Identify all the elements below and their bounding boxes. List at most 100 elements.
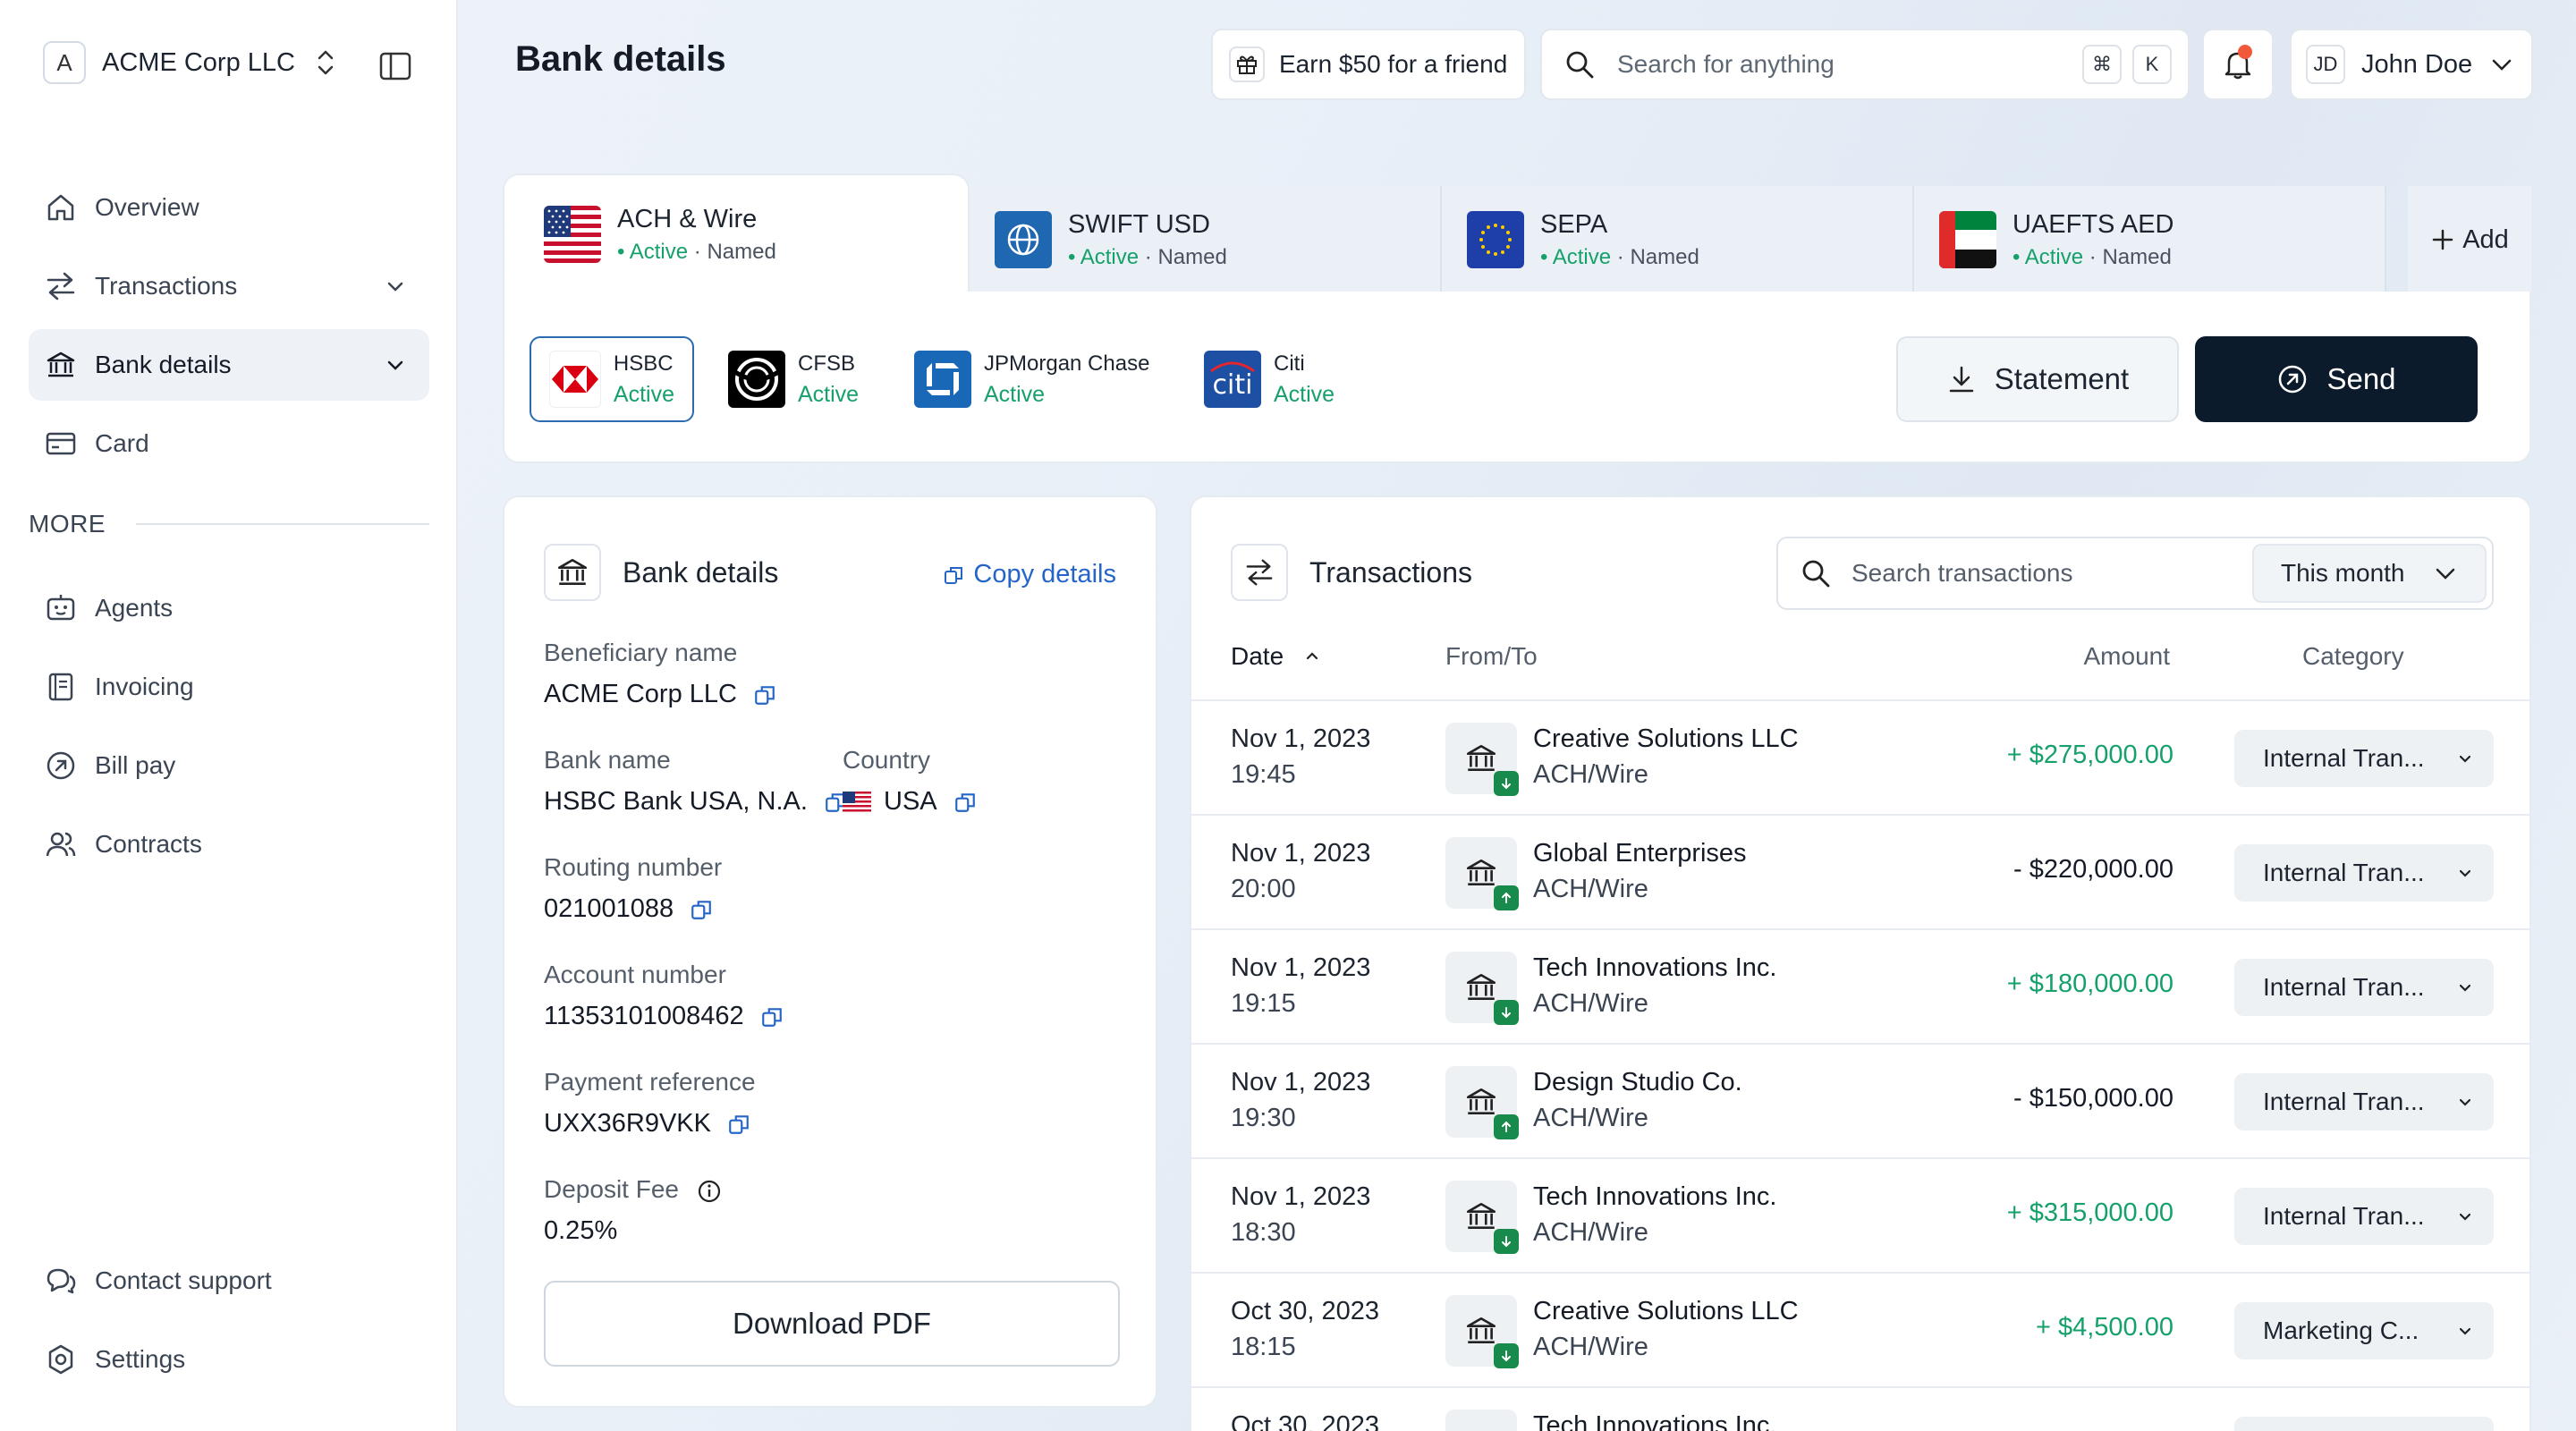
chevron-down-icon [2459,869,2471,877]
tx-category: Internal Tran... [2263,973,2425,1001]
table-row[interactable]: Nov 1, 2023 19:45 Creative Solutions LLC AC… [1191,699,2529,814]
chevron-down-icon [2459,1098,2471,1106]
chevron-down-icon [2459,755,2471,763]
copy-icon[interactable] [953,791,977,814]
tab-ach-wire[interactable]: ACH & Wire • Active · Named [503,174,970,293]
copy-icon[interactable] [727,1113,750,1136]
period-dropdown[interactable]: This month [2252,544,2487,603]
chevron-down-icon [2459,1213,2471,1221]
copy-details-link[interactable]: Copy details [943,560,1116,589]
tab-swift-usd[interactable]: SWIFT USD • Active · Named [970,186,1442,293]
tx-amount: + $4,500.00 [2035,1313,2174,1342]
chase-logo-icon [914,351,971,408]
cfsb-logo-icon [728,351,785,408]
notification-dot [2238,45,2252,59]
sidebar-item-contact-support[interactable]: Contact support [29,1245,429,1317]
table-row[interactable]: Nov 1, 2023 19:15 Tech Innovations Inc. ACH… [1191,928,2529,1043]
chevron-down-icon [2459,1327,2471,1335]
org-switcher[interactable]: A ACME Corp LLC [43,41,336,84]
app-root: A ACME Corp LLC Overview Transactions Ba… [0,0,2576,1431]
routing-field: Routing number 021001088 [544,853,722,924]
sidebar-item-bank-details[interactable]: Bank details [29,329,429,401]
table-row[interactable]: Nov 1, 2023 20:00 Global Enterprises ACH/Wi… [1191,814,2529,928]
cell-party: Tech Innovations Inc. ACH/Wire [1533,950,1776,1021]
tab-sepa[interactable]: SEPA • Active · Named [1442,186,1914,293]
statement-button[interactable]: Statement [1896,336,2179,422]
more-label: MORE [29,510,106,538]
tx-amount: + $275,000.00 [2006,741,2174,769]
category-dropdown[interactable]: Internal Tran... [2234,1073,2494,1130]
account-type: Named [2102,244,2172,269]
field-label: Beneficiary name [544,639,738,666]
bank-chip-cfsb[interactable]: CFSB Active [728,336,859,422]
sidebar-item-invoicing[interactable]: Invoicing [29,651,429,723]
sidebar-item-contracts[interactable]: Contracts [29,809,429,880]
table-row[interactable]: Nov 1, 2023 18:30 Tech Innovations Inc. ACH… [1191,1157,2529,1272]
sidebar-item-settings[interactable]: Settings [29,1324,429,1395]
transaction-search[interactable]: Search transactions This month [1776,537,2494,610]
tx-method: ACH/Wire [1533,989,1648,1018]
category-dropdown[interactable]: Internal Tran... [2234,844,2494,902]
sidebar-item-label: Bill pay [95,751,176,779]
category-dropdown[interactable]: Internal Tran... [2234,730,2494,787]
table-row[interactable]: Nov 1, 2023 19:30 Design Studio Co. ACH/Wir… [1191,1043,2529,1157]
statement-label: Statement [1994,362,2130,395]
referral-button[interactable]: Earn $50 for a friend [1211,29,1526,100]
bank-chip-jpmorgan-chase[interactable]: JPMorgan Chase Active [914,336,1149,422]
search-input[interactable]: Search transactions [1852,559,2252,588]
notifications-button[interactable] [2202,29,2274,100]
tab-name: UAEFTS AED [2012,209,2174,239]
tab-uaefts-aed[interactable]: UAEFTS AED • Active · Named [1914,186,2386,293]
send-button[interactable]: Send [2195,336,2478,422]
more-section-header: MORE [29,510,429,538]
sidebar-item-bill-pay[interactable]: Bill pay [29,730,429,801]
sidebar-item-card[interactable]: Card [29,408,429,479]
bank-icon [1445,1295,1519,1368]
beneficiary-field: Beneficiary name ACME Corp LLC [544,639,776,709]
arrow-down-icon [1494,1343,1519,1368]
add-account-button[interactable]: Add [2408,186,2531,293]
gear-icon [48,1344,73,1375]
hsbc-logo-icon [549,351,601,408]
bank-status: Active [1274,381,1335,407]
sidebar-item-agents[interactable]: Agents [29,572,429,644]
sidebar-item-label: Contracts [95,830,202,858]
bank-icon [1445,1410,1517,1431]
card-title: Bank details [623,555,779,588]
sort-up-icon [1307,652,1318,660]
cell-party: Tech Innovations Inc. [1533,1408,1776,1431]
bank-chip-hsbc[interactable]: HSBC Active [530,336,694,422]
field-label: Bank name [544,746,671,774]
citi-logo-icon: citi [1204,351,1261,408]
copy-icon[interactable] [760,1005,784,1029]
referral-label: Earn $50 for a friend [1279,50,1508,78]
bank-chip-citi[interactable]: citi Citi Active [1204,336,1335,422]
info-icon[interactable] [697,1179,722,1204]
download-pdf-button[interactable]: Download PDF [544,1281,1120,1367]
arrow-up-icon [1494,1114,1519,1139]
payment-reference-value: UXX36R9VKK [544,1109,711,1138]
global-search[interactable]: Search for anything ⌘ K [1540,29,2190,100]
table-row[interactable]: Oct 30, 2023 18:15 Creative Solutions LLC A… [1191,1272,2529,1386]
category-dropdown[interactable]: Internal Tran... [2234,1188,2494,1245]
shortcut-key-k: K [2132,45,2172,84]
tx-date: Nov 1, 2023 [1231,1068,1371,1097]
sidebar-item-overview[interactable]: Overview [29,172,429,243]
status-dot: • [2012,244,2025,269]
copy-icon[interactable] [690,898,713,921]
tx-method: ACH/Wire [1533,875,1648,903]
category-dropdown[interactable] [2234,1417,2494,1431]
sidebar-item-label: Settings [95,1345,186,1373]
user-menu[interactable]: JD John Doe [2290,29,2533,100]
copy-icon[interactable] [753,683,776,707]
card-title: Transactions [1309,555,1472,588]
search-input[interactable]: Search for anything [1617,50,2082,79]
column-header-date[interactable]: Date [1231,642,1319,671]
sidebar-toggle-icon[interactable] [379,52,411,80]
category-dropdown[interactable]: Internal Tran... [2234,959,2494,1016]
sidebar-item-transactions[interactable]: Transactions [29,250,429,322]
org-name: ACME Corp LLC [102,47,295,77]
category-dropdown[interactable]: Marketing C... [2234,1302,2494,1359]
table-row[interactable]: Oct 30, 2023 Tech Innovations Inc. [1191,1386,2529,1431]
plus-icon [2432,229,2453,250]
